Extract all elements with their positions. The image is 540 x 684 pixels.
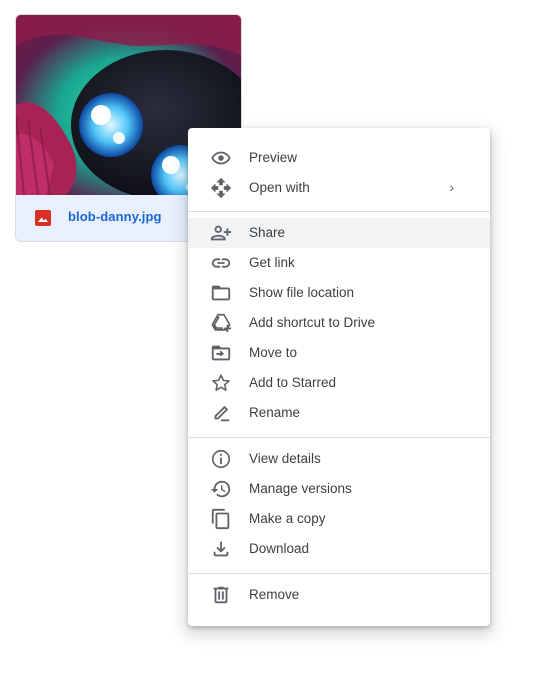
menu-item-get-link[interactable]: Get link bbox=[188, 248, 490, 278]
eye-icon bbox=[210, 147, 232, 169]
menu-item-add-shortcut[interactable]: Add shortcut to Drive bbox=[188, 308, 490, 338]
download-icon bbox=[210, 538, 232, 560]
menu-item-label: Rename bbox=[249, 405, 301, 420]
pencil-icon bbox=[210, 402, 232, 424]
open-with-icon bbox=[210, 177, 232, 199]
menu-item-label: Share bbox=[249, 225, 286, 240]
menu-item-label: Remove bbox=[249, 587, 300, 602]
folder-icon bbox=[210, 282, 232, 304]
menu-item-label: Get link bbox=[249, 255, 295, 270]
menu-item-label: Download bbox=[249, 541, 310, 556]
menu-item-label: Move to bbox=[249, 345, 298, 360]
menu-divider bbox=[188, 437, 490, 438]
image-file-icon bbox=[35, 210, 51, 226]
chevron-right-icon: › bbox=[449, 179, 454, 195]
menu-item-rename[interactable]: Rename bbox=[188, 398, 490, 428]
menu-item-label: Add to Starred bbox=[249, 375, 337, 390]
menu-item-share[interactable]: Share bbox=[188, 218, 490, 248]
menu-item-label: View details bbox=[249, 451, 321, 466]
drive-shortcut-icon bbox=[210, 312, 232, 334]
menu-item-label: Preview bbox=[249, 150, 298, 165]
menu-item-label: Make a copy bbox=[249, 511, 326, 526]
menu-item-make-a-copy[interactable]: Make a copy bbox=[188, 504, 490, 534]
link-icon bbox=[210, 252, 232, 274]
trash-icon bbox=[210, 584, 232, 606]
copy-icon bbox=[210, 508, 232, 530]
context-menu: Preview Open with › Share Get link Show … bbox=[188, 128, 490, 626]
menu-item-label: Manage versions bbox=[249, 481, 352, 496]
history-icon bbox=[210, 478, 232, 500]
file-name[interactable]: blob-danny.jpg bbox=[68, 209, 162, 224]
menu-item-open-with[interactable]: Open with › bbox=[188, 173, 490, 203]
menu-item-show-file-location[interactable]: Show file location bbox=[188, 278, 490, 308]
menu-item-preview[interactable]: Preview bbox=[188, 143, 490, 173]
menu-divider bbox=[188, 211, 490, 212]
menu-item-label: Add shortcut to Drive bbox=[249, 315, 376, 330]
menu-item-manage-versions[interactable]: Manage versions bbox=[188, 474, 490, 504]
menu-item-move-to[interactable]: Move to bbox=[188, 338, 490, 368]
info-icon bbox=[210, 448, 232, 470]
star-icon bbox=[210, 372, 232, 394]
add-person-icon bbox=[210, 222, 232, 244]
menu-item-add-to-starred[interactable]: Add to Starred bbox=[188, 368, 490, 398]
menu-item-label: Show file location bbox=[249, 285, 355, 300]
menu-divider bbox=[188, 573, 490, 574]
menu-item-view-details[interactable]: View details bbox=[188, 444, 490, 474]
menu-item-label: Open with bbox=[249, 180, 310, 195]
move-to-folder-icon bbox=[210, 342, 232, 364]
menu-item-remove[interactable]: Remove bbox=[188, 580, 490, 610]
menu-item-download[interactable]: Download bbox=[188, 534, 490, 564]
